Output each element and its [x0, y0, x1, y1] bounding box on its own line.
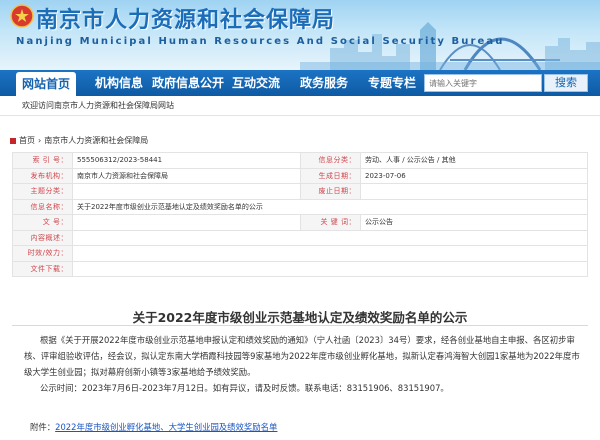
created-date-value: 2023-07-06: [360, 167, 588, 184]
nav-interaction[interactable]: 互动交流: [232, 70, 280, 96]
welcome-bar: 欢迎访问南京市人力资源和社会保障局网站: [0, 96, 600, 116]
table-row: 时效/效力：: [12, 245, 588, 262]
doc-number-label: 文 号：: [12, 214, 73, 231]
attachment-line: 附件：2022年度市级创业孵化基地、大学生创业园及绩效奖励名单: [30, 421, 277, 433]
summary-value: [72, 229, 588, 246]
table-row: 索 引 号： 555506312/2023-58441 信息分类： 劳动、人事 …: [12, 152, 588, 169]
keyword-label: 关 键 词：: [300, 214, 361, 231]
table-row: 文件下载：: [12, 260, 588, 277]
article-paragraph: 公示时间：2023年7月6日-2023年7月12日。如有异议，请及时反馈。联系电…: [40, 383, 449, 393]
home-icon: [10, 137, 16, 144]
site-subtitle: Nanjing Municipal Human Resources And So…: [16, 36, 505, 47]
search-button[interactable]: 搜索: [544, 74, 588, 92]
header-banner: 南京市人力资源和社会保障局 Nanjing Municipal Human Re…: [0, 0, 600, 70]
validity-label: 时效/效力：: [12, 245, 73, 262]
topic-value: [72, 183, 301, 200]
table-row: 主题分类： 废止日期：: [12, 183, 588, 200]
breadcrumb-home-link[interactable]: 首页: [19, 136, 35, 145]
divider: [12, 325, 588, 326]
breadcrumb-separator: ›: [38, 136, 42, 145]
topic-label: 主题分类：: [12, 183, 73, 200]
article-title: 关于2022年度市级创业示范基地认定及绩效奖励名单的公示: [132, 310, 468, 325]
main-navigation: 网站首页 机构信息 政府信息公开 互动交流 政务服务 专题专栏 搜索: [0, 70, 600, 96]
table-row: 内容概述：: [12, 229, 588, 246]
city-skyline-illustration: [300, 22, 600, 70]
summary-label: 内容概述：: [12, 229, 73, 246]
created-date-label: 生成日期：: [300, 167, 361, 184]
site-title: 南京市人力资源和社会保障局: [36, 8, 336, 33]
table-row: 文 号： 关 键 词： 公示公告: [12, 214, 588, 231]
publisher-value: 南京市人力资源和社会保障局: [72, 167, 301, 184]
attachment-link[interactable]: 2022年度市级创业孵化基地、大学生创业园及绩效奖励名单: [55, 422, 277, 432]
nav-organization[interactable]: 机构信息: [95, 70, 143, 96]
index-number-label: 索 引 号：: [12, 152, 73, 169]
attachment-prefix: 附件：: [30, 422, 56, 432]
document-info-table: 索 引 号： 555506312/2023-58441 信息分类： 劳动、人事 …: [12, 152, 588, 277]
article-paragraph: 根据《关于开展2022年度市级创业示范基地申报认定和绩效奖励的通知》（宁人社函〔…: [24, 335, 580, 377]
breadcrumb: 首页 › 南京市人力资源和社会保障局: [10, 135, 148, 146]
abolished-date-value: [360, 183, 588, 200]
index-number-value: 555506312/2023-58441: [72, 152, 301, 169]
table-row: 信息名称： 关于2022年度市级创业示范基地认定及绩效奖励名单的公示: [12, 198, 588, 215]
publisher-label: 发布机构：: [12, 167, 73, 184]
doc-number-value: [72, 214, 301, 231]
emblem-icon: [10, 4, 34, 28]
keyword-value: 公示公告: [360, 214, 588, 231]
file-download-label: 文件下载：: [12, 260, 73, 277]
category-value: 劳动、人事 / 公示公告 / 其他: [360, 152, 588, 169]
search-input[interactable]: [424, 74, 542, 92]
info-name-label: 信息名称：: [12, 198, 73, 215]
abolished-date-label: 废止日期：: [300, 183, 361, 200]
file-download-value: [72, 260, 588, 277]
article-body: 根据《关于开展2022年度市级创业示范基地申报认定和绩效奖励的通知》（宁人社函〔…: [24, 332, 580, 396]
validity-value: [72, 245, 588, 262]
nav-gov-services[interactable]: 政务服务: [300, 70, 348, 96]
category-label: 信息分类：: [300, 152, 361, 169]
nav-gov-info-disclosure[interactable]: 政府信息公开: [152, 70, 224, 96]
breadcrumb-current[interactable]: 南京市人力资源和社会保障局: [44, 136, 148, 145]
nav-home[interactable]: 网站首页: [16, 72, 77, 96]
welcome-text: 欢迎访问南京市人力资源和社会保障局网站: [22, 101, 174, 110]
nav-special-topics[interactable]: 专题专栏: [368, 70, 416, 96]
table-row: 发布机构： 南京市人力资源和社会保障局 生成日期： 2023-07-06: [12, 167, 588, 184]
info-name-value: 关于2022年度市级创业示范基地认定及绩效奖励名单的公示: [72, 198, 588, 215]
